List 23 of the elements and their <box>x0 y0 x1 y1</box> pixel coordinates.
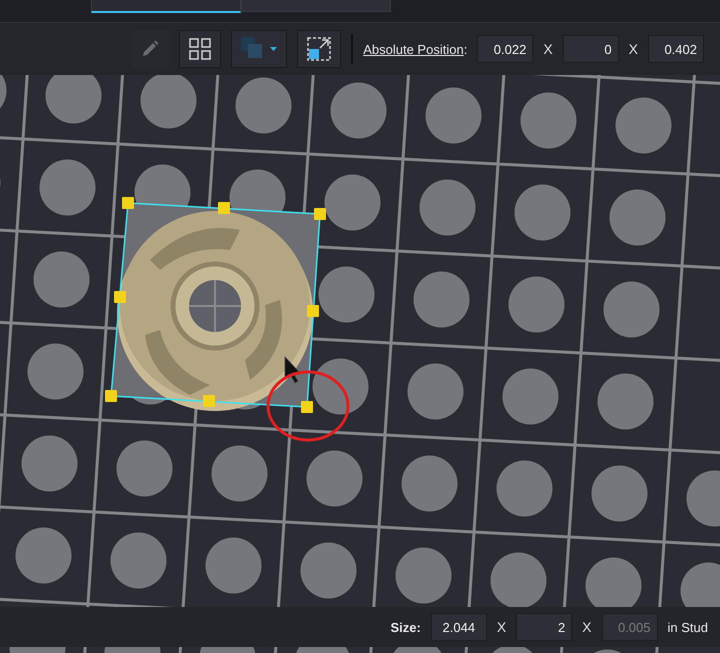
position-field[interactable]: 0.022 <box>477 35 534 63</box>
unit-label: in Stud <box>668 620 708 634</box>
grid-tool-button[interactable] <box>179 30 222 68</box>
grid-icon <box>188 37 212 61</box>
size-field[interactable]: 2.044 <box>430 613 487 641</box>
color-dropdown-icon <box>240 36 278 60</box>
resize-tool-button[interactable] <box>297 30 342 68</box>
cursor-icon <box>284 356 301 384</box>
axis-separator: X <box>543 41 553 57</box>
label-colon: : <box>464 42 468 56</box>
color-tool-button[interactable] <box>231 30 288 68</box>
selected-coin-drawing[interactable] <box>105 197 326 413</box>
axis-separator: X <box>582 619 592 635</box>
position-field[interactable]: 0.402 <box>648 35 704 63</box>
tab[interactable] <box>91 0 241 13</box>
pencil-icon <box>140 39 160 59</box>
resize-icon <box>306 36 332 62</box>
axis-separator: X <box>496 619 506 635</box>
size-field[interactable]: 2 <box>516 613 572 641</box>
position-label[interactable]: Absolute Position <box>363 42 464 56</box>
axis-separator: X <box>628 41 638 57</box>
size-label: Size: <box>390 620 421 634</box>
position-field[interactable]: 0 <box>562 35 619 63</box>
